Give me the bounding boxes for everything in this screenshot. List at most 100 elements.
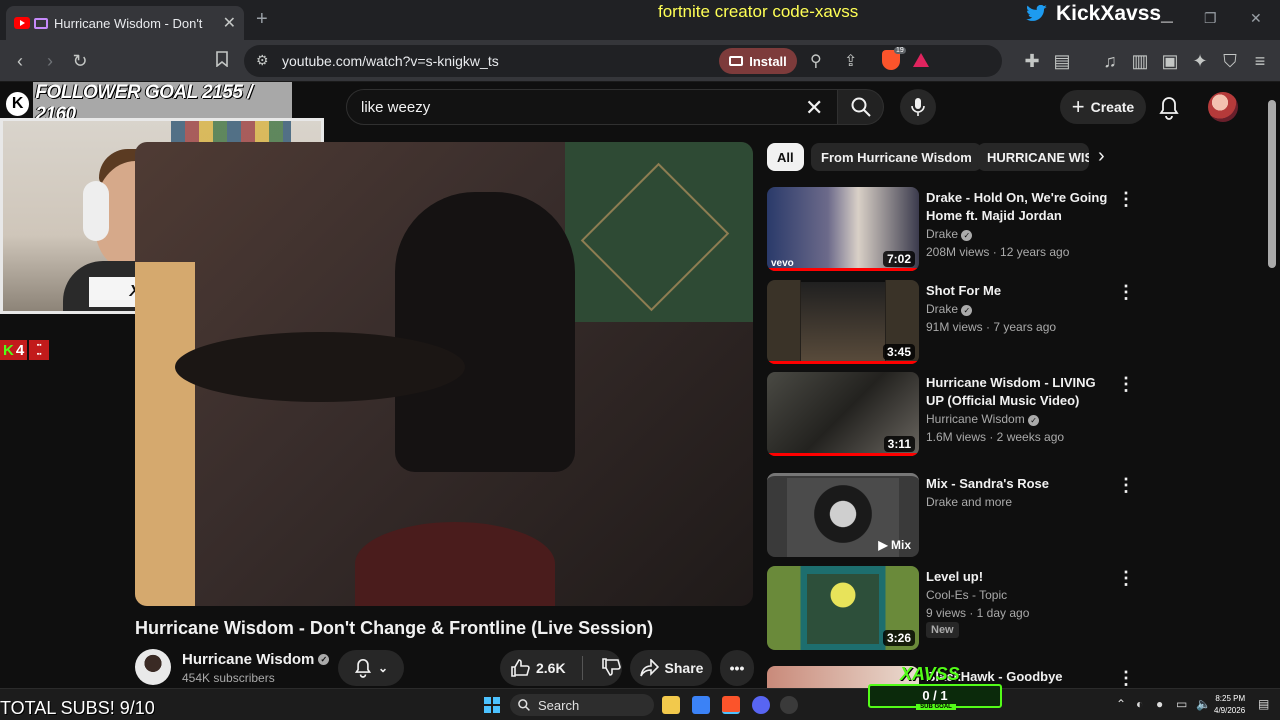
- browser-toolbar: ‹ › ↻ ⚙ youtube.com/watch?v=s-knigkw_ts …: [0, 40, 1280, 82]
- recommendation-title: Drake - Hold On, We're Going Home ft. Ma…: [926, 190, 1108, 223]
- zoom-icon[interactable]: ⚲: [810, 51, 822, 71]
- sub-goal-label: SUB GOAL: [916, 704, 956, 710]
- verified-check-icon: ✓: [961, 305, 973, 316]
- channel-name-link[interactable]: Hurricane Wisdom ✓: [182, 651, 330, 668]
- more-vertical-icon[interactable]: ⋮: [1117, 374, 1135, 395]
- browser-menu-icon[interactable]: ≡: [1248, 49, 1272, 73]
- album-art: [807, 574, 879, 644]
- forward-arrow-icon[interactable]: ›: [38, 49, 62, 73]
- recommendation-channel: Drake and more: [926, 495, 1013, 509]
- reload-icon[interactable]: ↻: [68, 49, 92, 73]
- reader-mode-icon[interactable]: ▤: [1050, 49, 1074, 73]
- sub-goal-overlay: 0 / 1 SUB GOAL: [868, 684, 1002, 710]
- recommendation-item[interactable]: ▶ Mix Mix - Sandra's Rose Drake and more…: [767, 473, 1137, 557]
- new-tab-button[interactable]: +: [256, 8, 268, 31]
- more-vertical-icon[interactable]: ⋮: [1117, 189, 1135, 210]
- channel-label: Drake: [926, 302, 959, 316]
- taskbar-search[interactable]: Search: [510, 694, 654, 716]
- video-thumbnail[interactable]: 3:45: [767, 280, 919, 364]
- more-vertical-icon[interactable]: ⋮: [1117, 475, 1135, 496]
- leo-ai-icon[interactable]: ✦: [1188, 49, 1212, 73]
- recommendation-title: Shot For Me: [926, 283, 1002, 298]
- share-button[interactable]: Share: [630, 650, 712, 686]
- video-duration: 3:45: [882, 344, 915, 360]
- brave-taskbar-icon[interactable]: [722, 696, 740, 714]
- plus-icon: +: [1071, 94, 1085, 119]
- tray-chevron-icon[interactable]: ⌃: [1116, 697, 1126, 711]
- browser-tab-strip: Hurricane Wisdom - Don't Ch ✕ + fortnite…: [0, 0, 1280, 40]
- channel-label: Hurricane Wisdom: [926, 412, 1025, 426]
- account-avatar[interactable]: [1208, 92, 1238, 122]
- address-bar[interactable]: ⚙ youtube.com/watch?v=s-knigkw_ts Instal…: [244, 45, 1002, 77]
- chip-hurricane-wis[interactable]: HURRICANE WIS: [977, 143, 1089, 171]
- share-arrow-icon: [639, 659, 659, 677]
- network-icon[interactable]: ▭: [1176, 697, 1187, 711]
- file-explorer-icon[interactable]: [662, 696, 680, 714]
- volume-icon[interactable]: 🔈: [1196, 697, 1211, 711]
- bookmark-icon[interactable]: [210, 49, 234, 73]
- total-subs-overlay: TOTAL SUBS! 9/10: [0, 698, 155, 718]
- store-icon[interactable]: [692, 696, 710, 714]
- wallet-icon[interactable]: ▣: [1158, 49, 1182, 73]
- clock-date: 4/9/2026: [1214, 706, 1246, 715]
- page-scrollbar[interactable]: [1268, 100, 1276, 268]
- video-thumbnail[interactable]: 3:26: [767, 566, 919, 650]
- site-info-icon[interactable]: ⚙: [256, 52, 269, 69]
- obs-icon[interactable]: [780, 696, 798, 714]
- recommendation-item[interactable]: 3:26 Level up! Cool-Es - Topic 9 views ·…: [767, 566, 1137, 650]
- restore-window-icon[interactable]: ❐: [1204, 10, 1217, 27]
- search-input[interactable]: like weezy ✕: [346, 89, 838, 125]
- chevron-right-icon[interactable]: ›: [1098, 145, 1105, 168]
- more-actions-button[interactable]: •••: [720, 650, 754, 686]
- sub-goal-count: 0 / 1: [922, 688, 948, 703]
- video-thumbnail[interactable]: vevo 7:02: [767, 187, 919, 271]
- taskbar-clock[interactable]: 8:25 PM 4/9/2026: [1214, 693, 1245, 717]
- mix-thumbnail[interactable]: ▶ Mix: [767, 473, 919, 557]
- more-vertical-icon[interactable]: ⋮: [1117, 668, 1135, 688]
- tray-app2-icon[interactable]: ●: [1156, 697, 1163, 711]
- vpn-shield-icon[interactable]: ⛉: [1218, 49, 1242, 73]
- brave-rewards-icon[interactable]: [913, 53, 929, 67]
- back-arrow-icon[interactable]: ‹: [8, 49, 32, 73]
- notifications-bell-icon[interactable]: [1158, 96, 1180, 125]
- video-player[interactable]: [135, 142, 753, 606]
- more-vertical-icon[interactable]: ⋮: [1117, 282, 1135, 303]
- more-horizontal-icon: •••: [729, 660, 745, 676]
- recommendation-meta: 1.6M views · 2 weeks ago: [926, 430, 1065, 444]
- video-scene-drummer: [395, 192, 575, 472]
- sidebar-toggle-icon[interactable]: ▥: [1128, 49, 1152, 73]
- bell-icon: [354, 658, 372, 678]
- chip-all[interactable]: All: [767, 143, 804, 171]
- windows-start-icon[interactable]: [484, 697, 500, 713]
- tab-close-icon[interactable]: ✕: [223, 13, 236, 33]
- chip-from-channel[interactable]: From Hurricane Wisdom: [811, 143, 982, 171]
- like-button[interactable]: 2.6K: [510, 658, 566, 678]
- browser-tab[interactable]: Hurricane Wisdom - Don't Ch ✕: [6, 6, 244, 40]
- brave-shields-count: 19: [894, 47, 906, 54]
- subscription-bell-button[interactable]: ⌄: [338, 650, 404, 686]
- search-button[interactable]: [838, 89, 884, 125]
- recommendation-item[interactable]: vevo 7:02 Drake - Hold On, We're Going H…: [767, 187, 1137, 271]
- mix-text: Mix: [890, 538, 911, 552]
- channel-avatar[interactable]: [135, 649, 171, 685]
- close-window-icon[interactable]: ✕: [1250, 10, 1262, 27]
- like-count: 2.6K: [536, 660, 566, 676]
- more-vertical-icon[interactable]: ⋮: [1117, 568, 1135, 589]
- dislike-button[interactable]: [601, 657, 621, 680]
- media-controls-icon[interactable]: ♫: [1098, 49, 1122, 73]
- install-app-button[interactable]: Install: [719, 48, 797, 74]
- recommendation-item[interactable]: 3:11 Hurricane Wisdom - LIVING UP (Offic…: [767, 372, 1137, 456]
- kick-viewer-counter: K 4 ▪▪ ▪▪: [0, 340, 50, 360]
- kick-name-overlay: KickXavss_: [1026, 2, 1173, 26]
- tray-app-icon[interactable]: ◐: [1136, 697, 1143, 711]
- discord-icon[interactable]: [752, 696, 770, 714]
- create-button[interactable]: + Create: [1060, 90, 1146, 124]
- video-duration: 3:11: [883, 436, 915, 452]
- clear-search-icon[interactable]: ✕: [805, 95, 823, 121]
- notification-center-icon[interactable]: ▤: [1258, 697, 1269, 711]
- recommendation-item[interactable]: 3:45 Shot For Me Drake ✓ 91M views · 7 y…: [767, 280, 1137, 364]
- voice-search-button[interactable]: [900, 89, 936, 125]
- share-page-icon[interactable]: ⇪: [844, 51, 857, 71]
- extensions-icon[interactable]: ✚: [1020, 49, 1044, 73]
- video-thumbnail[interactable]: 3:11: [767, 372, 919, 456]
